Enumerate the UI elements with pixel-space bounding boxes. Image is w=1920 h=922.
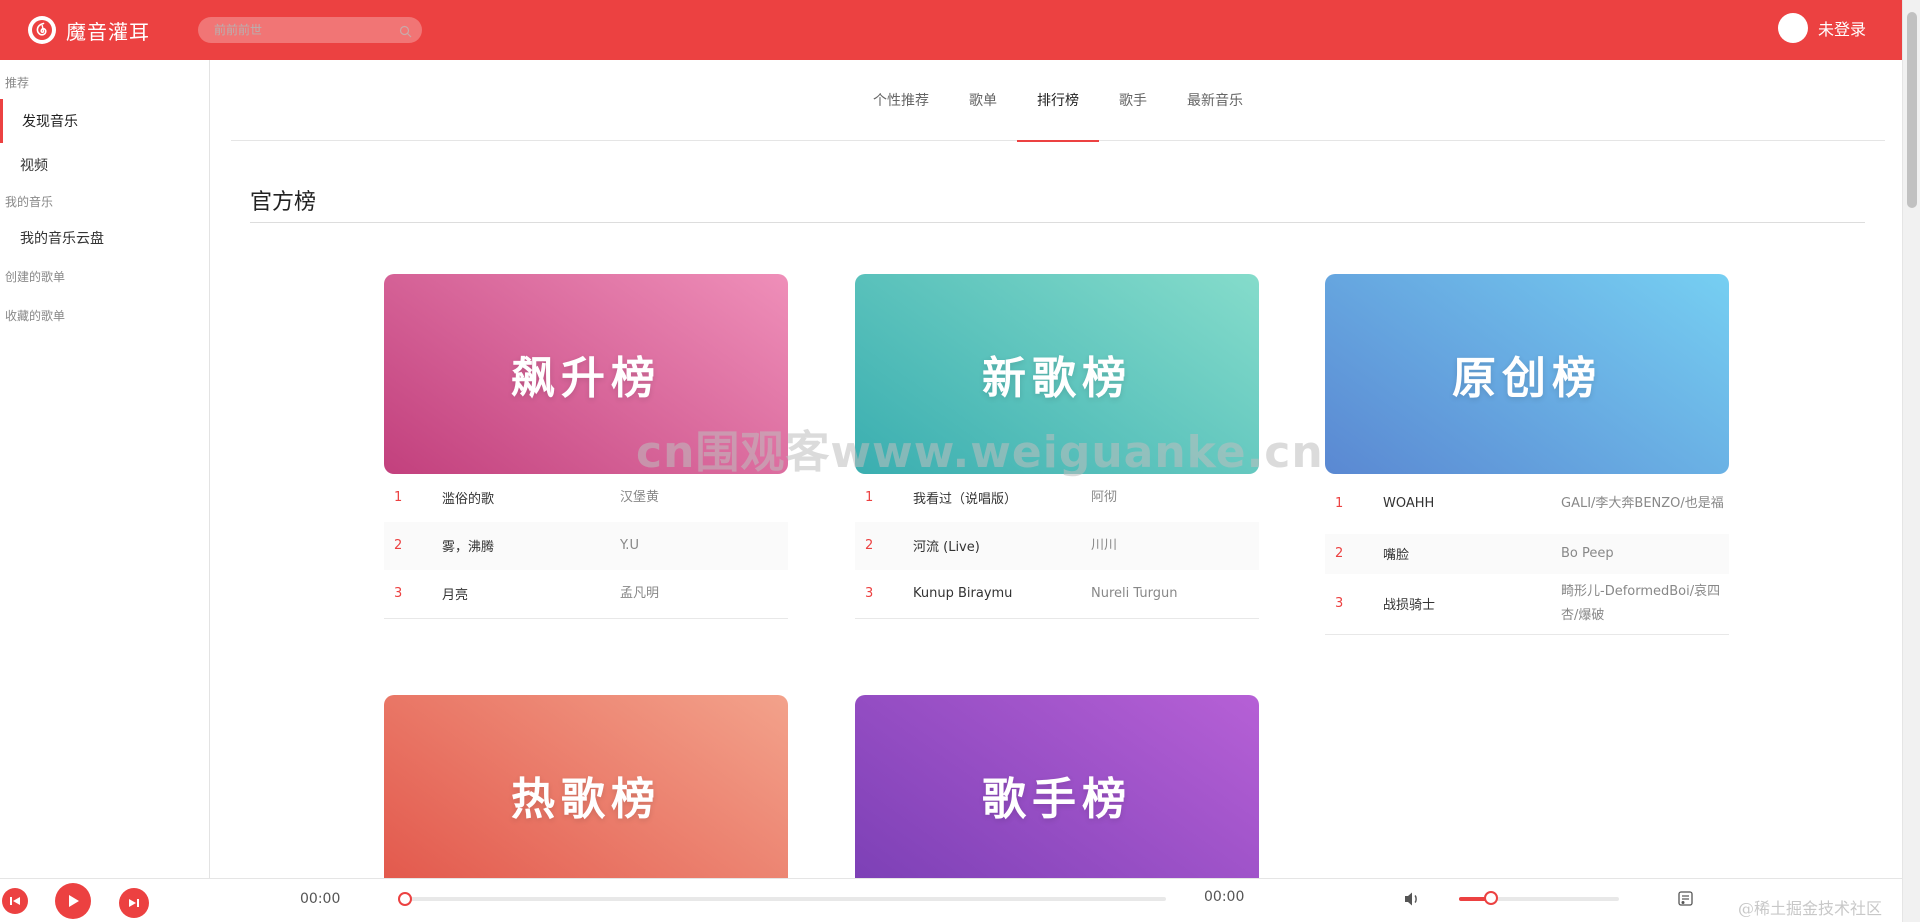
page-scrollbar[interactable]: [1902, 0, 1920, 922]
track-rank: 2: [865, 538, 874, 553]
track-artist[interactable]: 川川: [1091, 534, 1259, 558]
tab-personal-recommend[interactable]: 个性推荐: [853, 60, 949, 141]
track-artist[interactable]: Y.U: [620, 534, 788, 558]
track-song[interactable]: 河流 (Live): [913, 536, 1091, 555]
sidebar-item-discover-music[interactable]: 发现音乐: [0, 99, 209, 143]
track-row[interactable]: 2 雾，沸腾 Y.U: [384, 522, 788, 570]
track-rank: 3: [1335, 596, 1344, 611]
tab-new-music[interactable]: 最新音乐: [1167, 60, 1263, 141]
chart-cover-title: 歌手榜: [982, 774, 1132, 825]
play-icon: [69, 895, 79, 907]
avatar[interactable]: [1777, 13, 1808, 43]
volume-knob[interactable]: [1484, 891, 1498, 905]
track-rank: 3: [865, 586, 874, 601]
track-song[interactable]: 嘴脸: [1383, 544, 1561, 563]
track-song[interactable]: 滥俗的歌: [442, 488, 620, 507]
track-row[interactable]: 3 Kunup Biraymu Nureli Turgun: [855, 570, 1259, 618]
sidebar-item-video[interactable]: 视频: [0, 143, 209, 187]
progress-slider[interactable]: [398, 892, 1166, 906]
track-row[interactable]: 2 河流 (Live) 川川: [855, 522, 1259, 570]
source-credit: @稀土掘金技术社区: [1737, 899, 1882, 918]
track-artist[interactable]: 阿彻: [1091, 486, 1259, 510]
volume-slider[interactable]: [1459, 891, 1619, 905]
track-row[interactable]: 1 WOAHH GALI/李大奔BENZO/也是福: [1325, 474, 1729, 534]
sidebar-item-label: 我的音乐云盘: [20, 231, 104, 247]
tab-singers[interactable]: 歌手: [1099, 60, 1167, 141]
track-row[interactable]: 3 月亮 孟凡明: [384, 570, 788, 618]
section-divider: [250, 222, 1865, 223]
track-artist[interactable]: GALI/李大奔BENZO/也是福: [1561, 492, 1729, 516]
sidebar-item-cloud-disk[interactable]: 我的音乐云盘: [0, 216, 209, 260]
track-song[interactable]: 战损骑士: [1383, 594, 1561, 613]
chart-cover[interactable]: 歌手榜: [855, 695, 1259, 878]
track-artist[interactable]: Bo Peep: [1561, 542, 1729, 566]
playlist-icon[interactable]: [1677, 890, 1695, 912]
tab-bar: 个性推荐 歌单 排行榜 歌手 最新音乐: [231, 60, 1885, 142]
volume-icon[interactable]: [1403, 891, 1421, 911]
track-artist[interactable]: 汉堡黄: [620, 486, 788, 510]
track-rank: 1: [1335, 496, 1344, 511]
track-song[interactable]: Kunup Biraymu: [913, 586, 1091, 601]
total-time: 00:00: [1204, 889, 1245, 905]
sidebar-item-label: 视频: [20, 158, 48, 174]
search-input[interactable]: [198, 17, 422, 43]
section-title: 官方榜: [250, 190, 317, 215]
track-artist[interactable]: 畸形儿-DeformedBoi/哀四杏/爆破: [1561, 580, 1729, 628]
track-row[interactable]: 3 战损骑士 畸形儿-DeformedBoi/哀四杏/爆破: [1325, 574, 1729, 634]
track-song[interactable]: 雾，沸腾: [442, 536, 620, 555]
skip-back-icon: [10, 897, 20, 905]
progress-knob[interactable]: [398, 892, 412, 906]
track-rank: 1: [394, 490, 403, 505]
chart-card-original: 原创榜 1 WOAHH GALI/李大奔BENZO/也是福 2 嘴脸 Bo Pe…: [1325, 274, 1729, 635]
chart-card-singers: 歌手榜: [855, 695, 1259, 878]
sidebar-group-recommend: 推荐: [5, 76, 30, 90]
top-header: 魔音灌耳 未登录: [0, 0, 1902, 60]
current-time: 00:00: [300, 891, 341, 907]
search-box: [198, 17, 422, 43]
tab-playlists[interactable]: 歌单: [949, 60, 1017, 141]
play-button[interactable]: [55, 883, 91, 919]
track-song[interactable]: 月亮: [442, 584, 620, 603]
track-row[interactable]: 1 滥俗的歌 汉堡黄: [384, 474, 788, 522]
track-artist[interactable]: 孟凡明: [620, 582, 788, 606]
tab-charts[interactable]: 排行榜: [1017, 60, 1099, 142]
next-track-button[interactable]: [119, 888, 149, 918]
search-icon[interactable]: [399, 23, 412, 42]
card-divider: [855, 618, 1259, 619]
track-rank: 3: [394, 586, 403, 601]
prev-track-button[interactable]: [2, 888, 28, 914]
chart-cover[interactable]: 原创榜: [1325, 274, 1729, 474]
chart-cover-title: 热歌榜: [511, 774, 661, 825]
chart-cover-title: 飙升榜: [511, 353, 661, 404]
track-song[interactable]: WOAHH: [1383, 496, 1561, 511]
watermark: cn围观客www.weiguanke.cn: [636, 427, 1324, 478]
chart-card-hot-songs: 热歌榜: [384, 695, 788, 878]
logo-icon: [28, 16, 56, 44]
user-login[interactable]: 未登录: [1777, 13, 1866, 43]
app-title: 魔音灌耳: [66, 19, 150, 44]
skip-forward-icon: [129, 899, 139, 907]
track-row[interactable]: 1 我看过（说唱版） 阿彻: [855, 474, 1259, 522]
sidebar-group-created-playlists[interactable]: 创建的歌单: [0, 268, 209, 285]
scrollbar-thumb[interactable]: [1907, 12, 1917, 208]
track-rank: 2: [1335, 546, 1344, 561]
login-status[interactable]: 未登录: [1818, 16, 1866, 40]
chart-cover[interactable]: 热歌榜: [384, 695, 788, 878]
track-row[interactable]: 2 嘴脸 Bo Peep: [1325, 534, 1729, 574]
chart-cover-title: 原创榜: [1452, 353, 1602, 404]
track-artist[interactable]: Nureli Turgun: [1091, 582, 1259, 606]
sidebar-group-collected-playlists[interactable]: 收藏的歌单: [0, 307, 209, 324]
sidebar-group-my-music: 我的音乐: [5, 195, 54, 209]
card-divider: [1325, 634, 1729, 635]
sidebar: 推荐 发现音乐 视频 我的音乐 我的音乐云盘 创建的歌单 收藏的歌单: [0, 60, 210, 878]
app-logo[interactable]: 魔音灌耳: [28, 16, 150, 45]
card-divider: [384, 618, 788, 619]
chart-cover-title: 新歌榜: [982, 353, 1132, 404]
player-bar: 00:00 00:00 @稀土掘金技术社区: [0, 878, 1902, 922]
sidebar-item-label: 发现音乐: [22, 114, 78, 130]
track-rank: 2: [394, 538, 403, 553]
track-song[interactable]: 我看过（说唱版）: [913, 488, 1091, 507]
track-rank: 1: [865, 490, 874, 505]
